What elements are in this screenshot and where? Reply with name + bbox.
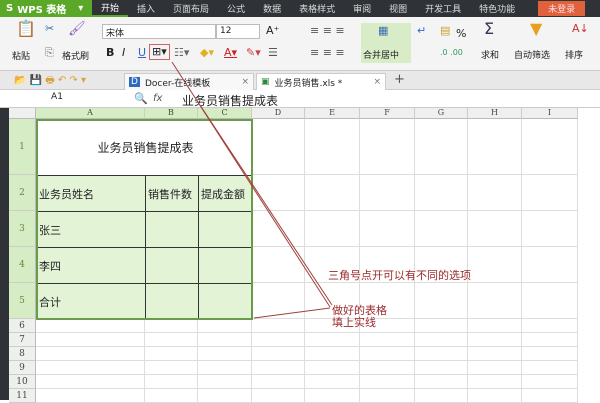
annotation-line: [253, 307, 331, 319]
annotation-note: 三角号点开可以有不同的选项: [328, 269, 471, 282]
annotation-lines: [171, 61, 333, 319]
annotation-line: [171, 61, 331, 308]
annotation-note: 填上实线: [332, 316, 376, 329]
annotation-line: [199, 104, 333, 306]
